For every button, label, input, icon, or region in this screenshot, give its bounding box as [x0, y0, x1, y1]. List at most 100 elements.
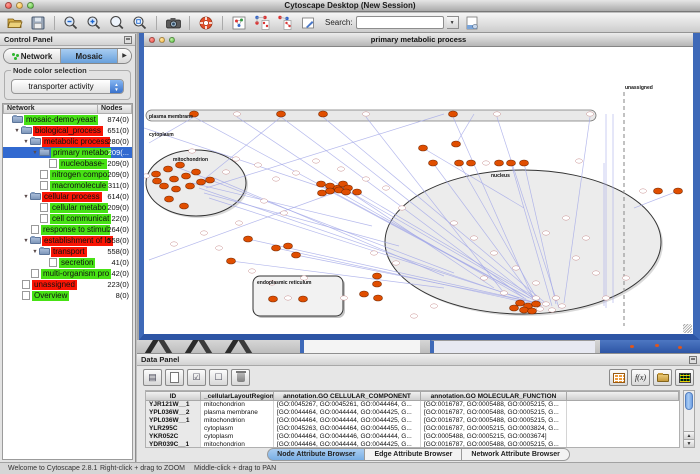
network-node[interactable]	[284, 243, 293, 249]
unselect-all-attributes-button[interactable]: ☐	[209, 369, 228, 386]
network-node[interactable]	[363, 177, 370, 181]
network-node[interactable]	[234, 112, 241, 116]
network-node[interactable]	[399, 206, 406, 210]
network-node[interactable]	[285, 296, 292, 300]
network-node[interactable]	[192, 169, 201, 175]
network-node[interactable]	[429, 160, 438, 166]
network-node[interactable]	[317, 181, 326, 187]
table-cell[interactable]: mitochondrion	[201, 441, 274, 448]
disclosure-triangle[interactable]: ▼	[13, 128, 21, 134]
network-node[interactable]	[281, 211, 288, 215]
matrix-view-button[interactable]	[675, 369, 694, 386]
table-scrollbar[interactable]: ▲ ▼	[683, 390, 695, 448]
close-icon[interactable]	[149, 37, 155, 43]
table-cell[interactable]: [GO:0016787, GO:0005488, GO:0005215, G..…	[421, 409, 567, 417]
network-node[interactable]	[360, 291, 369, 297]
network-node[interactable]	[318, 190, 327, 196]
open-session-button[interactable]	[5, 14, 25, 31]
network-node[interactable]	[206, 177, 215, 183]
network-node[interactable]	[452, 141, 461, 147]
layout-network-button[interactable]	[252, 14, 272, 31]
column-header[interactable]: ID	[146, 391, 201, 401]
scroll-down-arrow[interactable]: ▼	[684, 439, 694, 447]
network-node[interactable]	[549, 308, 556, 312]
tabs-overflow-arrow[interactable]: ▶	[118, 49, 131, 63]
help-lifering-button[interactable]	[196, 14, 216, 31]
network-node[interactable]	[411, 314, 418, 318]
tree-item[interactable]: ▼primary metabo209(...	[3, 147, 132, 158]
table-cell[interactable]: [GO:0016787, GO:0005488, GO:0005215, G..…	[421, 401, 567, 409]
network-node[interactable]	[374, 295, 383, 301]
network-node[interactable]	[227, 258, 236, 264]
resize-grip[interactable]	[683, 324, 692, 333]
network-canvas[interactable]: plasma membranecytoplasmmitochondrionnuc…	[144, 48, 693, 334]
tree-item[interactable]: nitrogen compo209(0)	[3, 169, 132, 180]
network-node[interactable]	[236, 221, 243, 225]
network-node[interactable]	[451, 221, 458, 225]
network-node[interactable]	[471, 236, 478, 240]
network-node[interactable]	[342, 189, 351, 195]
table-cell[interactable]: YPL036W__1	[146, 417, 201, 425]
tree-item[interactable]: unassigned223(0)	[3, 279, 132, 290]
network-node[interactable]	[172, 186, 181, 192]
tree-item[interactable]: macromolecule311(0)	[3, 180, 132, 191]
zoom-in-button[interactable]	[84, 14, 104, 31]
network-node[interactable]	[533, 296, 540, 300]
network-node[interactable]	[164, 166, 173, 172]
network-node[interactable]	[299, 296, 308, 302]
color-attribute-dropdown[interactable]: transporter activity ▲▼	[11, 79, 124, 94]
annotation-button[interactable]	[298, 14, 318, 31]
column-header[interactable]: annotation.GO MOLECULAR_FUNCTION	[421, 391, 567, 401]
tree-item[interactable]: secretion41(0)	[3, 257, 132, 268]
network-node[interactable]	[182, 173, 191, 179]
network-node[interactable]	[533, 281, 540, 285]
network-node[interactable]	[583, 236, 590, 240]
network-node[interactable]	[455, 160, 464, 166]
network-node[interactable]	[165, 196, 174, 202]
table-cell[interactable]: [GO:0044464, GO:0044444, GO:0044425, G..…	[274, 409, 421, 417]
network-node[interactable]	[249, 269, 256, 273]
scrollbar-thumb[interactable]	[685, 392, 693, 410]
disclosure-triangle[interactable]: ▼	[31, 150, 39, 156]
network-node[interactable]	[573, 256, 580, 260]
network-node[interactable]	[153, 178, 162, 184]
import-attributes-button[interactable]	[653, 369, 672, 386]
network-node[interactable]	[640, 189, 647, 193]
tree-item[interactable]: ▼establishment of lo558(0)	[3, 235, 132, 246]
network-node[interactable]	[293, 171, 300, 175]
network-node[interactable]	[494, 112, 501, 116]
tree-item[interactable]: ▼metabolic process280(0)	[3, 136, 132, 147]
float-panel-icon[interactable]	[124, 36, 132, 44]
network-node[interactable]	[277, 111, 286, 117]
table-cell[interactable]: mitochondrion	[201, 417, 274, 425]
tree-column-nodes[interactable]: Nodes	[98, 104, 132, 114]
table-row[interactable]: YPL036W__1mitochondrion[GO:0044464, GO:0…	[146, 417, 679, 425]
tree-item[interactable]: ▼transport558(0)	[3, 246, 132, 257]
network-node[interactable]	[261, 199, 268, 203]
network-node[interactable]	[189, 149, 196, 153]
network-node[interactable]	[467, 160, 476, 166]
table-cell[interactable]: [GO:0044464, GO:0044444, GO:0044425, G..…	[274, 441, 421, 448]
delete-attribute-button[interactable]	[231, 369, 250, 386]
table-row[interactable]: YPL036W__2plasma membrane[GO:0044464, GO…	[146, 409, 679, 417]
column-header[interactable]: _cellularLayoutRegion	[201, 391, 274, 401]
network-node[interactable]	[273, 177, 280, 181]
search-input[interactable]	[356, 16, 444, 29]
network-node[interactable]	[223, 170, 230, 174]
network-node[interactable]	[186, 183, 195, 189]
network-node[interactable]	[393, 261, 400, 265]
network-node[interactable]	[171, 242, 178, 246]
disclosure-triangle[interactable]: ▼	[22, 194, 30, 200]
network-node[interactable]	[507, 160, 516, 166]
column-header[interactable]: annotation.GO CELLULAR_COMPONENT	[274, 391, 421, 401]
network-node[interactable]	[170, 176, 179, 182]
table-row[interactable]: YDR039C__1mitochondrion[GO:0044464, GO:0…	[146, 441, 679, 448]
table-cell[interactable]: YLR295C	[146, 425, 201, 433]
network-node[interactable]	[326, 188, 335, 194]
network-node[interactable]	[353, 189, 362, 195]
float-panel-icon[interactable]	[689, 356, 697, 364]
search-options-button[interactable]	[462, 14, 482, 31]
disclosure-triangle[interactable]: ▼	[31, 249, 39, 255]
network-node[interactable]	[576, 159, 583, 163]
network-node[interactable]	[449, 111, 458, 117]
